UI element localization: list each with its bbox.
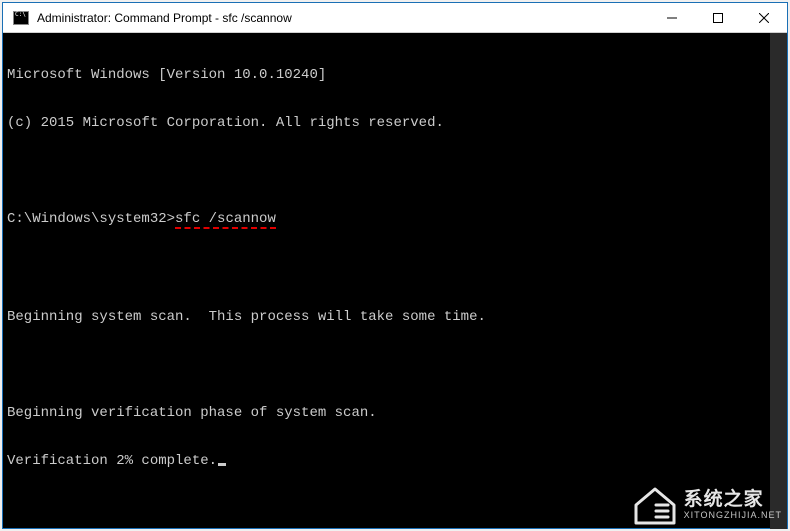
blank-line [7, 163, 783, 179]
cursor [218, 463, 226, 466]
prompt-line: C:\Windows\system32>sfc /scannow [7, 211, 783, 229]
verify-phase-line: Beginning verification phase of system s… [7, 405, 783, 421]
window-controls [649, 3, 787, 32]
blank-line [7, 357, 783, 373]
blank-line [7, 261, 783, 277]
maximize-button[interactable] [695, 3, 741, 32]
terminal-area[interactable]: Microsoft Windows [Version 10.0.10240] (… [3, 33, 787, 528]
version-line: Microsoft Windows [Version 10.0.10240] [7, 67, 783, 83]
vertical-scrollbar[interactable] [770, 33, 787, 529]
titlebar[interactable]: Administrator: Command Prompt - sfc /sca… [3, 3, 787, 33]
close-button[interactable] [741, 3, 787, 32]
prompt-path: C:\Windows\system32> [7, 211, 175, 227]
window-title: Administrator: Command Prompt - sfc /sca… [37, 11, 649, 25]
typed-command: sfc /scannow [175, 211, 276, 229]
minimize-button[interactable] [649, 3, 695, 32]
verify-progress-line: Verification 2% complete. [7, 453, 783, 469]
copyright-line: (c) 2015 Microsoft Corporation. All righ… [7, 115, 783, 131]
verify-progress-text: Verification 2% complete. [7, 453, 217, 469]
scan-begin-line: Beginning system scan. This process will… [7, 309, 783, 325]
cmd-icon [11, 9, 31, 27]
command-prompt-window: Administrator: Command Prompt - sfc /sca… [2, 2, 788, 529]
